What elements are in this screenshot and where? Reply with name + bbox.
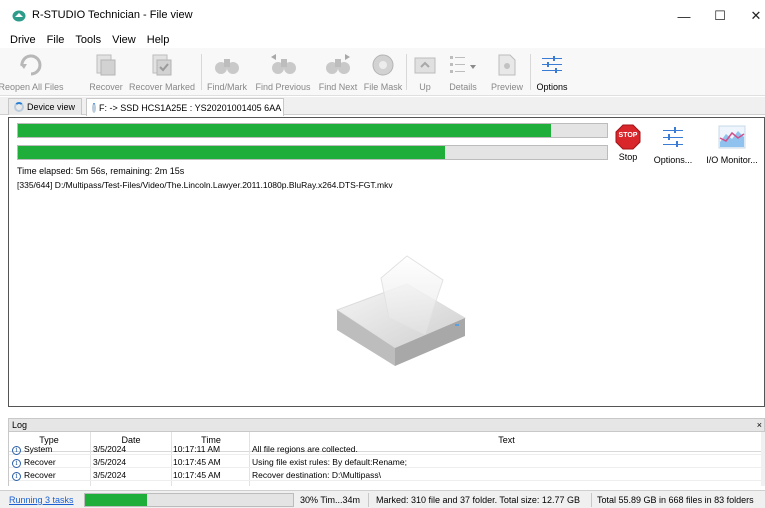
- current-file-text: [335/644] D:/Multipass/Test-Files/Video/…: [17, 180, 393, 190]
- title-bar: R-STUDIO Technician - File view — ☐ ✕: [0, 0, 765, 32]
- io-monitor-chart-icon: [718, 124, 746, 153]
- hard-drive-illustration: [289, 248, 479, 388]
- recover-marked-button[interactable]: Recover Marked: [128, 50, 196, 94]
- log-row[interactable]: i System 3/5/2024 10:17:11 AM All file re…: [9, 444, 761, 455]
- tab-strip: Device view F: -> SSD HCS1A25E : YS20201…: [0, 97, 765, 116]
- toolbar-separator: [406, 54, 407, 90]
- maximize-button[interactable]: ☐: [700, 0, 740, 32]
- sliders-icon: [660, 124, 686, 153]
- menu-bar: Drive File Tools View Help: [0, 32, 765, 48]
- tab-device-view[interactable]: Device view: [8, 98, 82, 115]
- find-next-icon: [324, 50, 352, 80]
- io-monitor-button[interactable]: I/O Monitor...: [703, 124, 761, 165]
- log-table: Type Date Time Text i System 3/5/2024 10:…: [8, 432, 761, 486]
- menu-help[interactable]: Help: [147, 34, 170, 46]
- menu-view[interactable]: View: [112, 34, 136, 46]
- time-elapsed-text: Time elapsed: 5m 56s, remaining: 2m 15s: [17, 166, 185, 176]
- menu-drive[interactable]: Drive: [10, 34, 36, 46]
- details-view-icon: [448, 50, 478, 80]
- menu-tools[interactable]: Tools: [75, 34, 101, 46]
- file-mask-button[interactable]: File Mask: [364, 50, 402, 94]
- scan-options-button[interactable]: Options...: [648, 124, 698, 165]
- reopen-all-files-button[interactable]: Reopen All Files: [0, 50, 64, 94]
- file-mask-icon: [370, 50, 396, 80]
- menu-file[interactable]: File: [47, 34, 65, 46]
- marked-summary-text: Marked: 310 file and 37 folder. Total si…: [376, 495, 580, 505]
- toolbar-separator: [201, 54, 202, 90]
- options-button[interactable]: Options: [534, 50, 570, 94]
- log-close-icon[interactable]: ×: [757, 419, 762, 431]
- preview-button[interactable]: Preview: [489, 50, 525, 94]
- minimize-button[interactable]: —: [664, 0, 704, 32]
- app-logo-icon: [12, 10, 26, 22]
- overall-progress-fill: [18, 124, 552, 137]
- folder-up-icon: [413, 50, 437, 80]
- log-row[interactable]: i Recover 3/5/2024 10:17:45 AM Recover de…: [9, 470, 761, 481]
- close-button[interactable]: ✕: [736, 0, 765, 32]
- find-previous-icon: [269, 50, 297, 80]
- status-bar: Running 3 tasks 30% Tim...34m Marked: 31…: [0, 490, 765, 508]
- log-panel-header: Log ×: [8, 418, 765, 432]
- file-progress-fill: [18, 146, 446, 159]
- log-row[interactable]: i Recover 3/5/2024 10:17:45 AM Using file…: [9, 457, 761, 468]
- scan-progress-panel: Time elapsed: 5m 56s, remaining: 2m 15s …: [8, 117, 765, 407]
- recover-marked-icon: [150, 50, 174, 80]
- overall-progress-bar: [17, 123, 608, 138]
- find-mark-button[interactable]: Find/Mark: [205, 50, 249, 94]
- recover-icon: [94, 50, 118, 80]
- info-icon: i: [12, 446, 21, 455]
- window-title: R-STUDIO Technician - File view: [32, 9, 193, 21]
- task-progress-bar: [84, 493, 294, 507]
- find-next-button[interactable]: Find Next: [316, 50, 360, 94]
- details-button[interactable]: Details: [443, 50, 483, 94]
- reopen-icon: [18, 50, 44, 80]
- toolbar-separator: [530, 54, 531, 90]
- progress-status-text: 30% Tim...34m: [300, 495, 361, 505]
- log-title: Log: [12, 420, 28, 430]
- preview-icon: [496, 50, 518, 80]
- loading-spinner-icon: [92, 102, 96, 113]
- log-scrollbar[interactable]: [761, 432, 765, 486]
- up-button[interactable]: Up: [412, 50, 438, 94]
- total-summary-text: Total 55.89 GB in 668 files in 83 folder…: [597, 495, 754, 505]
- stop-sign-label: STOP: [618, 132, 638, 139]
- sliders-icon: [540, 50, 564, 80]
- info-icon: i: [12, 472, 21, 481]
- status-divider: [591, 493, 592, 507]
- status-divider: [368, 493, 369, 507]
- running-tasks-link[interactable]: Running 3 tasks: [9, 495, 74, 505]
- task-progress-fill: [85, 494, 148, 506]
- tab-file-view[interactable]: F: -> SSD HCS1A25E : YS20201001405 6AA: [86, 98, 284, 116]
- toolbar: Reopen All Files Recover Recover Marked …: [0, 48, 765, 96]
- binoculars-icon: [213, 50, 241, 80]
- recover-button[interactable]: Recover: [86, 50, 126, 94]
- stop-sign-icon: STOP: [615, 124, 641, 150]
- stop-button[interactable]: STOP Stop: [613, 124, 643, 162]
- info-icon: i: [12, 459, 21, 468]
- find-previous-button[interactable]: Find Previous: [254, 50, 312, 94]
- loading-spinner-icon: [14, 102, 24, 112]
- file-progress-bar: [17, 145, 608, 160]
